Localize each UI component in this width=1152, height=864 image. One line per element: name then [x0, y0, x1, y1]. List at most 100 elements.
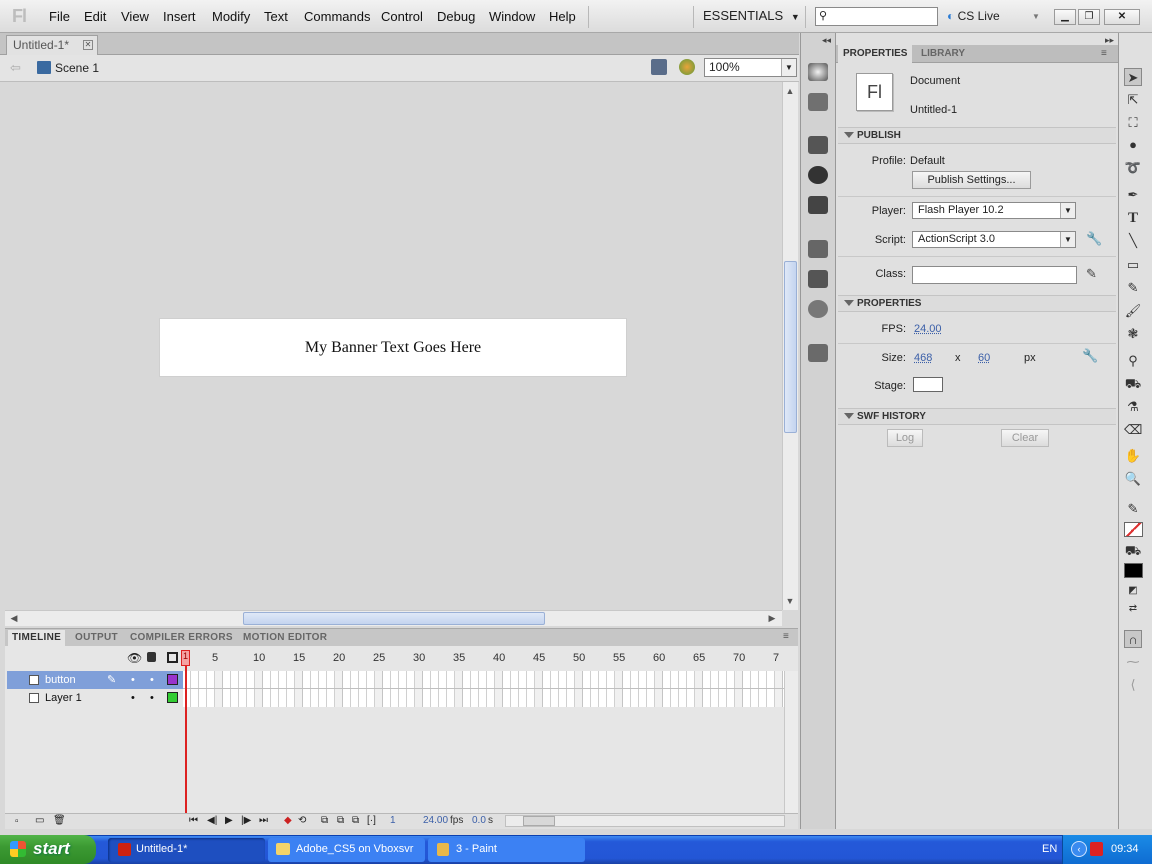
menu-view[interactable]: View — [121, 9, 149, 24]
timeline-scroll-thumb[interactable] — [523, 816, 555, 826]
brush-tool-icon[interactable]: 🖌 — [1124, 302, 1142, 320]
project-icon[interactable] — [808, 344, 828, 362]
loop-icon[interactable]: ⟲ — [298, 815, 306, 826]
height-value[interactable]: 60 — [978, 352, 990, 364]
zoom-select[interactable]: 100% ▼ — [704, 58, 797, 77]
close-button[interactable]: ✕ — [1104, 9, 1140, 25]
tab-output[interactable]: OUTPUT — [71, 630, 122, 646]
task-explorer[interactable]: Adobe_CS5 on Vboxsvr — [268, 838, 425, 862]
minimize-button[interactable]: ▁ — [1054, 9, 1076, 25]
task-paint[interactable]: 3 - Paint — [428, 838, 585, 862]
width-value[interactable]: 468 — [914, 352, 932, 364]
tab-compiler-errors[interactable]: COMPILER ERRORS — [126, 630, 237, 646]
step-back-icon[interactable]: ◀| — [207, 815, 217, 826]
stroke-color-swatch[interactable] — [1124, 522, 1143, 537]
security-alert-icon[interactable] — [1090, 842, 1103, 856]
text-tool-icon[interactable]: T — [1124, 209, 1142, 227]
tab-properties[interactable]: PROPERTIES — [838, 45, 913, 63]
scroll-up-icon[interactable]: ▲ — [783, 84, 797, 98]
menu-text[interactable]: Text — [264, 9, 288, 24]
eye-icon[interactable]: 👁 — [127, 651, 142, 665]
script-select[interactable]: ActionScript 3.0 ▼ — [912, 231, 1076, 248]
menu-control[interactable]: Control — [381, 9, 423, 24]
stroke-color-icon[interactable]: ✎ — [1124, 500, 1142, 518]
layer-name[interactable]: button — [45, 674, 76, 686]
player-select[interactable]: Flash Player 10.2 ▼ — [912, 202, 1076, 219]
elapsed-time[interactable]: 0.0 — [472, 815, 486, 826]
menu-edit[interactable]: Edit — [84, 9, 106, 24]
outline-icon[interactable] — [167, 652, 178, 663]
back-arrow-icon[interactable]: ⇦ — [10, 60, 21, 76]
vertical-scroll-thumb[interactable] — [784, 261, 797, 433]
show-hidden-icons-icon[interactable]: ‹ — [1071, 841, 1087, 857]
edit-multiple-icon[interactable]: ⧉ — [352, 815, 359, 826]
actions-icon[interactable] — [808, 240, 828, 258]
line-tool-icon[interactable]: ╲ — [1124, 232, 1142, 250]
deco-tool-icon[interactable]: ❃ — [1124, 325, 1142, 343]
document-tab[interactable]: Untitled-1* ✕ — [6, 35, 98, 55]
rectangle-tool-icon[interactable]: ▭ — [1124, 256, 1142, 274]
layer-row-button[interactable]: button ✎ • • — [7, 671, 183, 689]
last-frame-icon[interactable]: ⏭ — [259, 815, 268, 826]
edit-scene-icon[interactable] — [651, 59, 667, 75]
scene-label[interactable]: Scene 1 — [55, 61, 99, 75]
scroll-left-icon[interactable]: ◀ — [7, 611, 21, 625]
layer-color-swatch[interactable] — [167, 674, 178, 685]
menu-insert[interactable]: Insert — [163, 9, 196, 24]
transform-icon[interactable] — [808, 196, 828, 214]
first-frame-icon[interactable]: ⏮ — [189, 815, 198, 826]
pen-tool-icon[interactable]: ✒ — [1124, 186, 1142, 204]
start-button[interactable]: start — [0, 835, 96, 864]
scroll-down-icon[interactable]: ▼ — [783, 594, 797, 608]
zoom-tool-icon[interactable]: 🔍 — [1124, 470, 1142, 488]
help-search-input[interactable]: ⚲ — [815, 7, 938, 26]
paint-bucket-tool-icon[interactable]: ⛟ — [1124, 375, 1142, 393]
tab-timeline[interactable]: TIMELINE — [8, 630, 66, 646]
publish-section-header[interactable]: PUBLISH — [838, 127, 1116, 144]
info-icon[interactable] — [808, 166, 828, 184]
wrench-icon[interactable]: 🔧 — [1086, 231, 1102, 247]
fill-color-swatch[interactable] — [1124, 563, 1143, 578]
swatches-icon[interactable] — [808, 93, 828, 111]
subselection-tool-icon[interactable]: ⇱ — [1124, 91, 1142, 109]
modify-markers-icon[interactable]: [·] — [367, 815, 376, 826]
eraser-tool-icon[interactable]: ⌫ — [1124, 421, 1142, 439]
pencil-tool-icon[interactable]: ✎ — [1124, 279, 1142, 297]
log-button[interactable]: Log — [887, 429, 923, 447]
scroll-right-icon[interactable]: ▶ — [765, 611, 779, 625]
collapse-arrows-icon[interactable]: ◂◂ — [822, 35, 831, 46]
timeline-vertical-scrollbar[interactable] — [784, 671, 798, 813]
frame-rate[interactable]: 24.00 — [423, 815, 448, 826]
straighten-icon[interactable]: ⟨ — [1124, 676, 1142, 694]
visibility-dot[interactable]: • — [131, 671, 135, 689]
new-layer-icon[interactable]: ▫ — [15, 816, 19, 827]
workspace-switcher[interactable]: ESSENTIALS ▼ — [703, 8, 800, 23]
cs-live-button[interactable]: ◐ CS Live — [947, 9, 1000, 23]
lock-dot[interactable]: • — [150, 671, 154, 689]
stage-color-swatch[interactable] — [913, 377, 943, 392]
onion-skin-icon[interactable]: ⧉ — [321, 815, 328, 826]
stage-canvas[interactable]: My Banner Text Goes Here — [159, 318, 627, 377]
fps-value[interactable]: 24.00 — [914, 323, 942, 335]
menu-debug[interactable]: Debug — [437, 9, 475, 24]
hand-tool-icon[interactable]: ✋ — [1124, 447, 1142, 465]
center-frame-icon[interactable]: ◆ — [284, 815, 292, 826]
class-input[interactable] — [912, 266, 1077, 284]
tab-motion-editor[interactable]: MOTION EDITOR — [239, 630, 331, 646]
lock-icon[interactable] — [147, 652, 156, 662]
align-icon[interactable] — [808, 136, 828, 154]
free-transform-tool-icon[interactable]: ⛶ — [1124, 114, 1142, 132]
menu-modify[interactable]: Modify — [212, 9, 250, 24]
selection-tool-icon[interactable]: ➤ — [1124, 68, 1142, 86]
clear-button[interactable]: Clear — [1001, 429, 1049, 447]
3d-rotation-tool-icon[interactable]: ● — [1124, 136, 1142, 154]
eyedropper-tool-icon[interactable]: ⚗ — [1124, 398, 1142, 416]
onion-outline-icon[interactable]: ⧉ — [337, 815, 344, 826]
properties-section-header[interactable]: PROPERTIES — [838, 295, 1116, 312]
delete-icon[interactable]: 🗑 — [53, 815, 66, 826]
playhead-handle[interactable]: 1 — [181, 650, 190, 666]
horizontal-scroll-thumb[interactable] — [243, 612, 545, 625]
smooth-icon[interactable]: ⁓ — [1124, 653, 1142, 671]
swf-history-section-header[interactable]: SWF HISTORY — [838, 408, 1116, 425]
restore-button[interactable]: ❐ — [1078, 9, 1100, 25]
